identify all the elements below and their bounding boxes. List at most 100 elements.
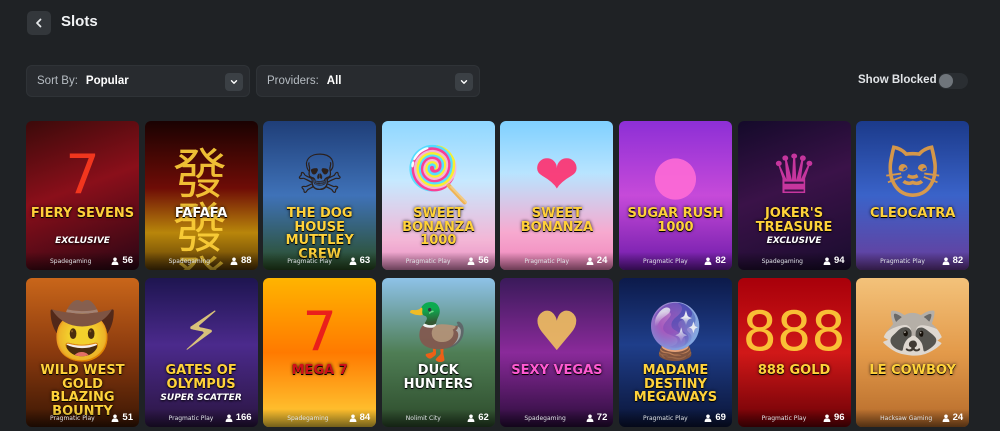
game-tile[interactable]: 7 MEGA 7 Spadegaming 84 bbox=[263, 278, 377, 427]
user-icon bbox=[349, 257, 357, 265]
provider-logo: Pragmatic Play bbox=[642, 415, 688, 422]
show-blocked-label: Show Blocked bbox=[858, 74, 937, 86]
game-subtitle: EXCLUSIVE bbox=[55, 236, 110, 246]
game-emblem: 🦝 bbox=[879, 299, 947, 363]
game-tile[interactable]: ♛ JOKER'S TREASURE EXCLUSIVE Spadegaming… bbox=[737, 121, 851, 270]
player-count-value: 94 bbox=[833, 255, 845, 266]
user-icon bbox=[349, 414, 357, 422]
provider-logo: Pragmatic Play bbox=[50, 415, 95, 422]
user-icon bbox=[704, 257, 712, 265]
game-tile[interactable]: 🔮 MADAME DESTINY MEGAWAYS Pragmatic Play… bbox=[618, 278, 732, 427]
player-count: 96 bbox=[823, 412, 845, 423]
game-emblem: 888 bbox=[742, 299, 846, 363]
player-count: 84 bbox=[349, 412, 370, 423]
player-count: 82 bbox=[942, 255, 963, 266]
game-emblem: 🐱 bbox=[884, 142, 941, 206]
game-tile[interactable]: 🤠 WILD WEST GOLD BLAZING BOUNTY Pragmati… bbox=[26, 278, 139, 427]
game-tile[interactable]: 🍭 SWEET BONANZA 1000 Pragmatic Play 56 bbox=[381, 121, 495, 270]
game-emblem: ⚡ bbox=[182, 299, 221, 363]
player-count: 69 bbox=[704, 412, 726, 423]
provider-logo: Spadegaming bbox=[168, 258, 210, 265]
provider-logo: Pragmatic Play bbox=[524, 258, 570, 265]
player-count-value: 72 bbox=[596, 412, 608, 423]
player-count: 63 bbox=[349, 255, 370, 266]
player-count: 62 bbox=[467, 412, 489, 423]
provider-logo: Spadegaming bbox=[761, 258, 803, 265]
game-emblem: 🦆 bbox=[404, 299, 472, 363]
providers-value: All bbox=[326, 75, 342, 87]
user-icon bbox=[112, 257, 119, 265]
game-tile[interactable]: ❤ SWEET BONANZA Pragmatic Play 24 bbox=[500, 121, 614, 270]
player-count-value: 56 bbox=[478, 255, 489, 266]
game-emblem: 7 bbox=[302, 299, 337, 363]
sort-by-value: Popular bbox=[85, 75, 129, 87]
game-emblem: 🍭 bbox=[404, 142, 472, 206]
provider-logo: Nolimit City bbox=[405, 415, 441, 422]
game-title: SEXY VEGAS bbox=[511, 363, 603, 378]
game-title: SWEET BONANZA bbox=[520, 206, 594, 235]
player-count: 72 bbox=[586, 412, 608, 423]
game-emblem: ❤ bbox=[534, 142, 580, 206]
game-tile[interactable]: ♥ SEXY VEGAS Spadegaming 72 bbox=[500, 278, 614, 427]
player-count-value: 24 bbox=[596, 255, 608, 266]
sort-by-select[interactable]: Sort By: Popular bbox=[26, 65, 250, 97]
game-title: SUGAR RUSH 1000 bbox=[627, 206, 724, 235]
game-title: MEGA 7 bbox=[291, 363, 348, 378]
player-count-value: 51 bbox=[122, 412, 133, 423]
back-button[interactable] bbox=[27, 11, 51, 35]
game-tile[interactable]: 發發發 FAFAFA Spadegaming 88 bbox=[144, 121, 258, 270]
game-grid: 7 FIERY SEVENS EXCLUSIVE Spadegaming 56 … bbox=[26, 121, 970, 427]
game-emblem: 7 bbox=[65, 142, 100, 206]
game-tile[interactable]: ☠ THE DOG HOUSE MUTTLEY CREW Pragmatic P… bbox=[263, 121, 377, 270]
game-subtitle: EXCLUSIVE bbox=[766, 236, 822, 246]
player-count-value: 24 bbox=[952, 412, 964, 423]
user-icon bbox=[942, 414, 949, 422]
sort-by-label: Sort By: bbox=[37, 75, 78, 87]
chevron-down-icon bbox=[225, 73, 243, 91]
providers-select[interactable]: Providers: All bbox=[256, 65, 480, 97]
player-count-value: 96 bbox=[833, 412, 845, 423]
game-tile[interactable]: 🦆 DUCK HUNTERS Nolimit City 62 bbox=[381, 278, 495, 427]
user-icon bbox=[586, 414, 594, 422]
player-count-value: 56 bbox=[122, 255, 133, 266]
user-icon bbox=[823, 414, 831, 422]
user-icon bbox=[230, 257, 238, 265]
player-count-value: 62 bbox=[478, 412, 489, 423]
player-count: 166 bbox=[225, 412, 252, 423]
game-title: 888 GOLD bbox=[757, 363, 831, 378]
game-tile[interactable]: ● SUGAR RUSH 1000 Pragmatic Play 82 bbox=[618, 121, 732, 270]
game-tile[interactable]: 🦝 LE COWBOY Hacksaw Gaming 24 bbox=[856, 278, 970, 427]
player-count-value: 69 bbox=[715, 412, 726, 423]
page-title: Slots bbox=[61, 13, 98, 30]
game-tile[interactable]: ⚡ GATES OF OLYMPUS SUPER SCATTER Pragmat… bbox=[144, 278, 258, 427]
provider-logo: Pragmatic Play bbox=[761, 415, 807, 422]
player-count: 88 bbox=[230, 255, 252, 266]
user-icon bbox=[942, 257, 949, 265]
game-emblem: ♥ bbox=[532, 299, 582, 363]
game-tile[interactable]: 7 FIERY SEVENS EXCLUSIVE Spadegaming 56 bbox=[26, 121, 139, 270]
game-title: FAFAFA bbox=[174, 206, 228, 221]
player-count: 82 bbox=[704, 255, 726, 266]
toggle-knob bbox=[939, 74, 953, 88]
game-title: SWEET BONANZA 1000 bbox=[402, 206, 475, 249]
game-tile[interactable]: 🐱 CLEOCATRA Pragmatic Play 82 bbox=[856, 121, 970, 270]
provider-logo: Spadegaming bbox=[287, 415, 329, 422]
provider-logo: Spadegaming bbox=[50, 258, 92, 265]
player-count: 51 bbox=[111, 412, 133, 423]
providers-label: Providers: bbox=[267, 75, 319, 87]
user-icon bbox=[823, 257, 831, 265]
player-count: 24 bbox=[586, 255, 608, 266]
show-blocked-toggle[interactable] bbox=[938, 73, 968, 89]
game-emblem: 🔮 bbox=[641, 299, 710, 363]
provider-logo: Hacksaw Gaming bbox=[880, 415, 933, 422]
game-emblem: ● bbox=[651, 142, 700, 206]
player-count-value: 166 bbox=[235, 412, 252, 423]
game-tile[interactable]: 888 888 GOLD Pragmatic Play 96 bbox=[737, 278, 851, 427]
game-title: CLEOCATRA bbox=[870, 206, 956, 221]
player-count: 24 bbox=[942, 412, 964, 423]
game-subtitle: SUPER SCATTER bbox=[160, 393, 242, 403]
player-count-value: 88 bbox=[241, 255, 252, 266]
game-emblem: ☠ bbox=[295, 142, 344, 206]
user-icon bbox=[467, 414, 475, 422]
user-icon bbox=[467, 257, 475, 265]
